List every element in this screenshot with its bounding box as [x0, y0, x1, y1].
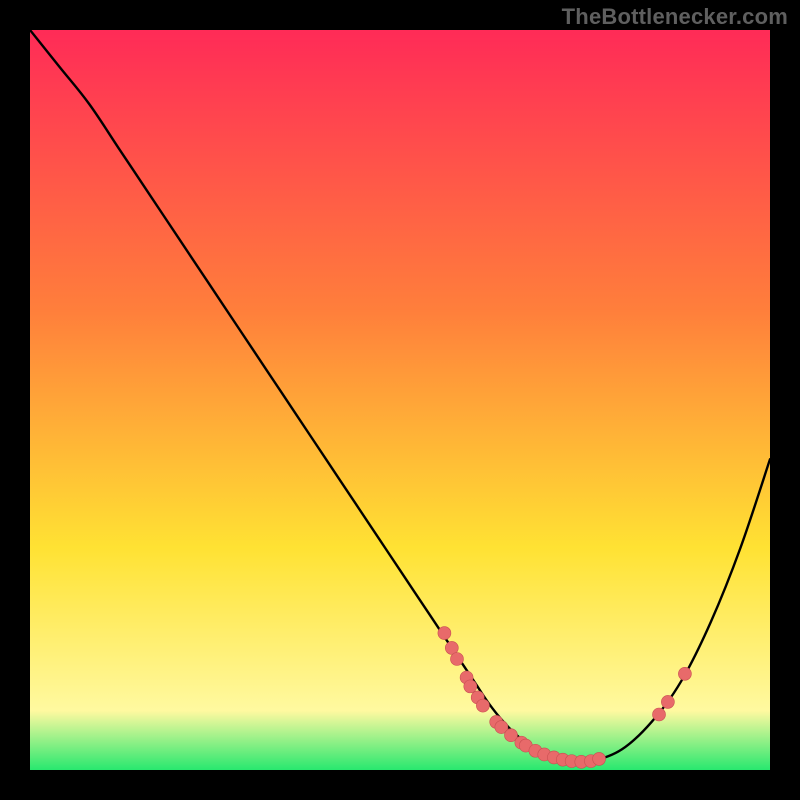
attribution-label: TheBottlenecker.com: [562, 4, 788, 30]
gradient-background: [30, 30, 770, 770]
data-marker: [678, 667, 691, 680]
data-marker: [464, 680, 477, 693]
chart-svg: [30, 30, 770, 770]
data-marker: [438, 627, 451, 640]
data-marker: [593, 752, 606, 765]
plot-area: [30, 30, 770, 770]
data-marker: [661, 695, 674, 708]
chart-frame: TheBottlenecker.com: [0, 0, 800, 800]
data-marker: [476, 699, 489, 712]
data-marker: [653, 708, 666, 721]
data-marker: [450, 653, 463, 666]
